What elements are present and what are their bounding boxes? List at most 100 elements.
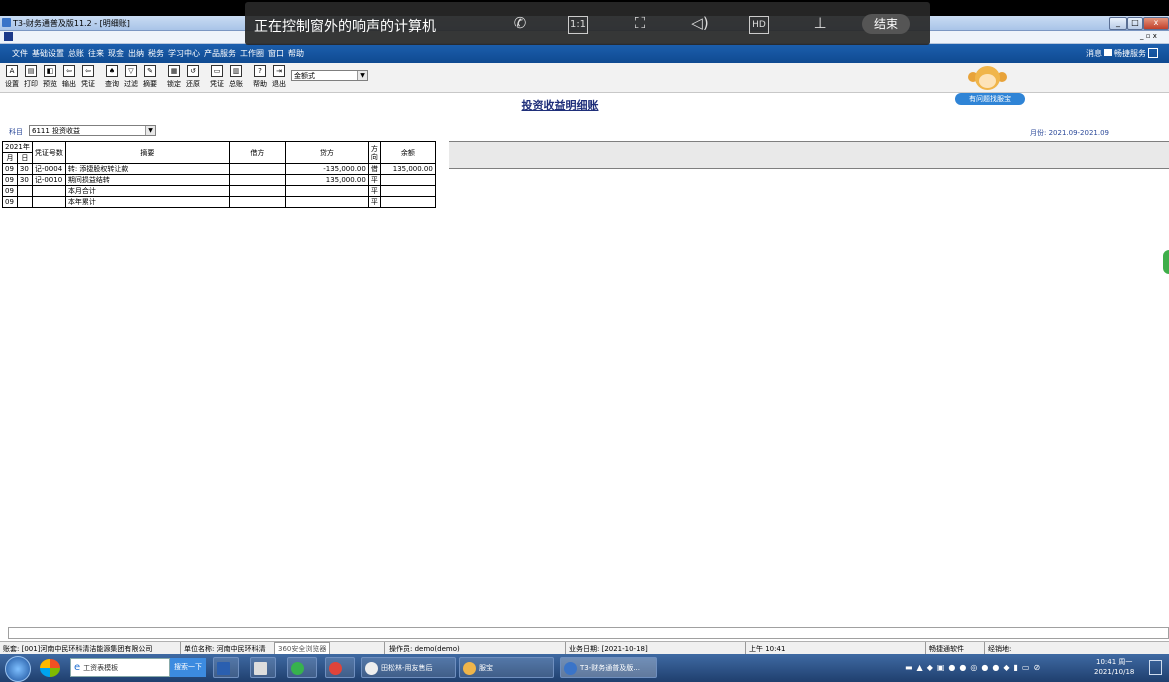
- query-button[interactable]: ♠ 查询: [103, 65, 121, 89]
- menu-tax[interactable]: 税务: [148, 48, 164, 59]
- user-avatar-icon: [365, 661, 378, 675]
- export-button[interactable]: ⇦ 输出: [60, 65, 78, 89]
- chevron-down-icon: ▼: [145, 126, 155, 135]
- ie-icon: e: [74, 662, 81, 673]
- clock-date: 2021/10/18: [1094, 668, 1135, 676]
- voucher-view-button[interactable]: ▭ 凭证: [208, 65, 226, 89]
- system-tray-icons[interactable]: ▬▲◆▣●●◎●●◆▮▭⊘: [905, 663, 1085, 673]
- phone-icon[interactable]: ✆: [509, 14, 531, 32]
- help-button[interactable]: ? 帮助: [251, 65, 269, 89]
- menu-learning-center[interactable]: 学习中心: [168, 48, 200, 59]
- folder-icon: ▭: [211, 65, 223, 77]
- maximize-button[interactable]: □: [1127, 17, 1143, 30]
- taskbar-task-chat[interactable]: 田松林-用友售后: [361, 657, 456, 678]
- menu-help[interactable]: 帮助: [288, 48, 304, 59]
- window-icon: [254, 661, 267, 675]
- taskbar-task-t3[interactable]: T3-财务通普及版...: [560, 657, 657, 678]
- month-range: 月份: 2021.09-2021.09: [1030, 129, 1110, 137]
- horizontal-scrollbar[interactable]: [8, 627, 1169, 639]
- restore-button[interactable]: ↺ 还原: [184, 65, 202, 89]
- menu-cashier[interactable]: 出纳: [128, 48, 144, 59]
- end-button[interactable]: 结束: [862, 14, 910, 34]
- menu-product-service[interactable]: 产品服务: [204, 48, 236, 59]
- chevron-down-icon: ▼: [357, 71, 367, 80]
- filter-button[interactable]: ▽ 过滤: [122, 65, 140, 89]
- direction-header: 方向: [367, 141, 381, 164]
- side-widget-icon[interactable]: [1163, 250, 1169, 274]
- menu-window[interactable]: 窗口: [268, 48, 284, 59]
- year-header: 2021年: [2, 141, 33, 153]
- lock-icon: ▦: [168, 65, 180, 77]
- time-status: 上午 10:41: [749, 645, 786, 653]
- settings-button[interactable]: A 设置: [3, 65, 21, 89]
- search-input[interactable]: e 工资表模板: [70, 658, 170, 677]
- overlay-message: 正在控制窗外的响声的计算机: [254, 19, 436, 35]
- summary-button[interactable]: ✎ 摘要: [141, 65, 159, 89]
- hd-button[interactable]: HD: [749, 16, 769, 34]
- mascot-icon[interactable]: [965, 66, 1010, 92]
- panel-icon[interactable]: [1148, 48, 1158, 58]
- voucher-button[interactable]: ⇦ 凭证: [79, 65, 97, 89]
- credit-header: 贷方: [284, 141, 369, 164]
- speaker-icon[interactable]: ◁): [689, 14, 711, 32]
- search-button[interactable]: 搜索一下: [170, 658, 206, 677]
- fullscreen-icon[interactable]: ⛶: [629, 14, 651, 32]
- month-header: 月: [2, 152, 18, 164]
- preview-button[interactable]: ◧ 预览: [41, 65, 59, 89]
- subject-label: 科目: [9, 128, 23, 136]
- menu-bar: 文件 基础设置 总账 往来 现金 出纳 税务 学习中心 产品服务 工作圈 窗口 …: [0, 44, 1169, 63]
- summary-header: 摘要: [64, 141, 230, 164]
- format-select[interactable]: 金额式 ▼: [291, 70, 368, 81]
- taskbar-app-stack[interactable]: [325, 657, 355, 678]
- t3-app-icon: [564, 661, 577, 675]
- business-date: 业务日期: [2021-10-18]: [569, 645, 648, 653]
- day-header: 日: [16, 152, 33, 164]
- ratio-button[interactable]: 1:1: [568, 16, 588, 34]
- app-icon: [2, 18, 11, 27]
- show-desktop-button[interactable]: [1149, 660, 1162, 675]
- print-button[interactable]: ▤ 打印: [22, 65, 40, 89]
- table-row[interactable]: 09 本年累计 平: [2, 196, 436, 208]
- table-row[interactable]: 09 本月合计 平: [2, 185, 436, 197]
- windows-logo-icon[interactable]: [40, 659, 60, 677]
- taskbar-app-360[interactable]: [287, 657, 317, 678]
- clock-time: 10:41 周一: [1096, 658, 1133, 666]
- table-row[interactable]: 09 30 记-0004 转: 添捷股权转让款 -135,000.00 借 13…: [2, 163, 436, 175]
- table-header-extension: [449, 141, 1169, 169]
- menu-basic-settings[interactable]: 基础设置: [32, 48, 64, 59]
- binoculars-icon: ♠: [106, 65, 118, 77]
- menu-file[interactable]: 文件: [12, 48, 28, 59]
- menu-receivables[interactable]: 往来: [88, 48, 104, 59]
- mascot-small-icon: [463, 661, 476, 675]
- help-icon: ?: [254, 65, 266, 77]
- lock-button[interactable]: ▦ 锁定: [165, 65, 183, 89]
- preview-icon: ◧: [44, 65, 56, 77]
- taskbar-app-window[interactable]: [250, 657, 276, 678]
- start-button[interactable]: [5, 656, 31, 682]
- status-bar: 账套: [001]河南中民环科清洁能源集团有限公司 单位名称: 河南中民环科清 …: [0, 641, 1169, 656]
- taskbar-task-service[interactable]: 服宝: [459, 657, 554, 678]
- subject-select[interactable]: 6111 投资收益 ▼: [29, 125, 156, 136]
- child-window-icon: [4, 32, 13, 41]
- header-row-1: 2021年 凭证号数 摘要 借方 贷方 方向 余额: [2, 141, 436, 164]
- service-link[interactable]: 畅捷服务: [1114, 48, 1146, 59]
- child-window-controls[interactable]: _ ▫ x: [1140, 32, 1157, 40]
- export-icon: ⇦: [63, 65, 75, 77]
- minimize-button[interactable]: _: [1109, 17, 1127, 30]
- book-icon: ▥: [230, 65, 242, 77]
- close-button[interactable]: x: [1143, 17, 1169, 30]
- ask-service-button[interactable]: 有问题找服宝: [955, 93, 1025, 105]
- menu-work-circle[interactable]: 工作圈: [240, 48, 264, 59]
- menu-general-ledger[interactable]: 总账: [68, 48, 84, 59]
- chat-icon[interactable]: [1104, 49, 1112, 56]
- balance-header: 余额: [379, 141, 436, 164]
- pin-icon[interactable]: ⊥: [809, 14, 831, 32]
- voucher-icon: ⇦: [82, 65, 94, 77]
- summary-icon: ✎: [144, 65, 156, 77]
- exit-button[interactable]: ⇥ 退出: [270, 65, 288, 89]
- menu-cash[interactable]: 现金: [108, 48, 124, 59]
- taskbar-app-display[interactable]: [213, 657, 239, 678]
- table-row[interactable]: 09 30 记-0010 期间损益结转 135,000.00 平: [2, 174, 436, 186]
- messages-link[interactable]: 消息: [1086, 48, 1102, 59]
- general-ledger-button[interactable]: ▥ 总账: [227, 65, 245, 89]
